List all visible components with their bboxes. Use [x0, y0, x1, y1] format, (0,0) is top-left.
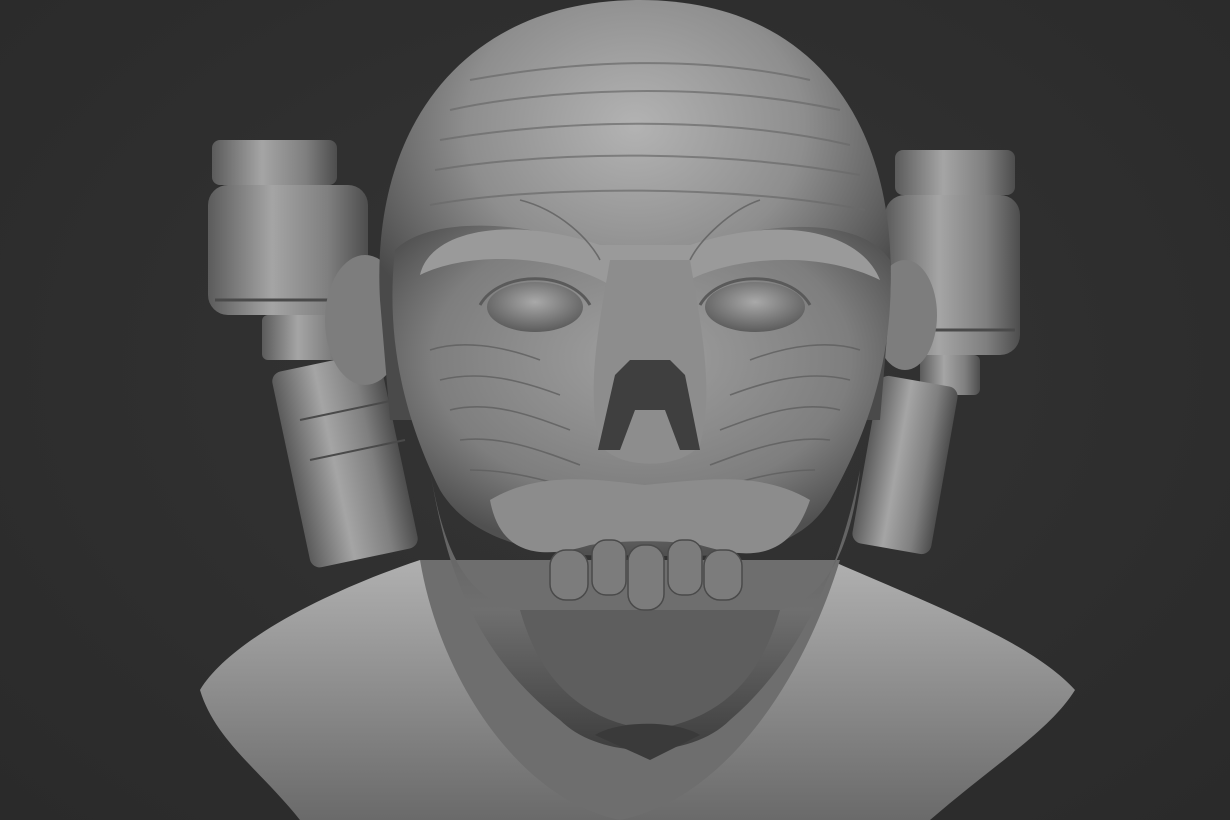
sculpt-viewport[interactable] [0, 0, 1230, 820]
right-eye [705, 282, 805, 332]
bust-render [200, 0, 1075, 820]
left-eye [487, 282, 583, 332]
